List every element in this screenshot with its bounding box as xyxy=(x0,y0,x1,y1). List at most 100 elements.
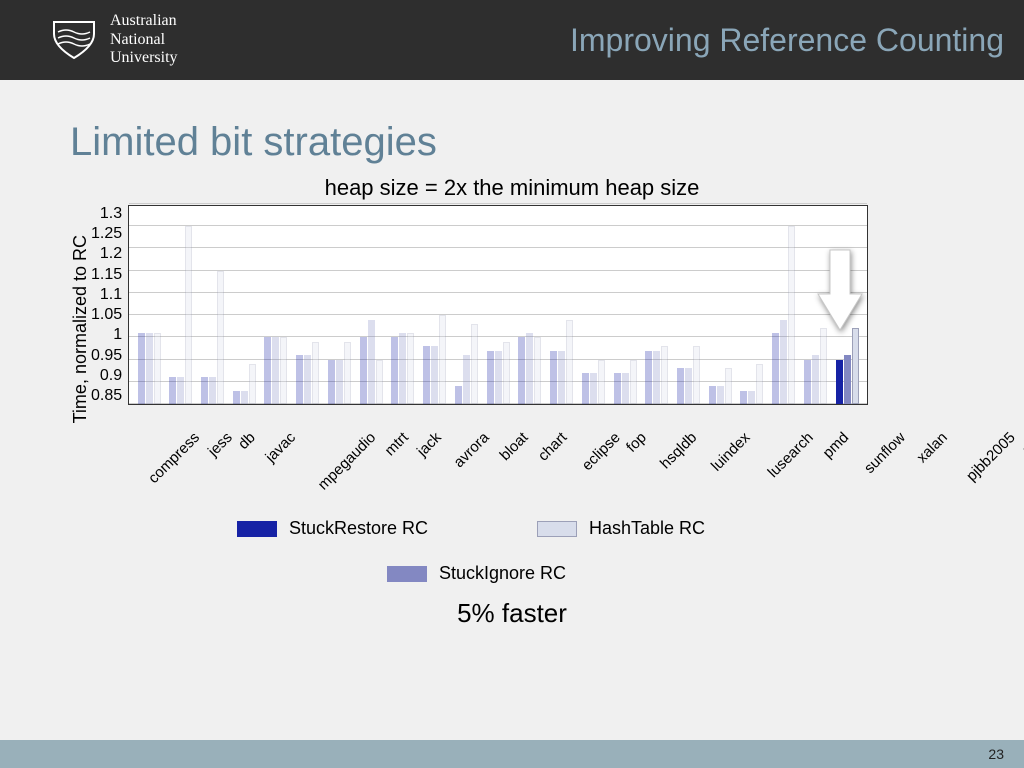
bar xyxy=(748,391,755,404)
bar xyxy=(518,337,525,404)
x-tick-label: mpegaudio xyxy=(315,429,380,494)
bar-group xyxy=(355,206,387,404)
bar xyxy=(820,328,827,404)
x-tick: hsqldb xyxy=(644,423,694,447)
gridline xyxy=(129,203,867,204)
y-tick: 1.3 xyxy=(100,205,122,223)
legend-label: HashTable RC xyxy=(589,518,705,539)
x-tick: fop xyxy=(617,423,644,447)
bar xyxy=(407,333,414,404)
x-tick-label: lusearch xyxy=(765,429,817,481)
bar xyxy=(423,346,430,404)
bar-group xyxy=(546,206,578,404)
bar xyxy=(146,333,153,404)
bar-group xyxy=(197,206,229,404)
bar xyxy=(495,351,502,404)
bar-group xyxy=(641,206,673,404)
y-tick: 1.25 xyxy=(91,225,122,243)
bar xyxy=(725,368,732,404)
callout: 5% faster xyxy=(70,598,954,629)
legend: StuckRestore RC HashTable RC StuckIgnore R… xyxy=(192,518,832,584)
bar-group xyxy=(133,206,165,404)
x-tick-label: compress xyxy=(145,429,203,487)
bar xyxy=(780,320,787,404)
x-tick: xalan xyxy=(903,423,945,447)
x-tick-label: pjbb2005 xyxy=(963,429,1019,485)
bar xyxy=(598,360,605,404)
bar xyxy=(312,342,319,404)
x-tick: db xyxy=(230,423,253,447)
x-tick-label: luindex xyxy=(708,429,754,475)
y-tick: 1.05 xyxy=(91,306,122,324)
y-tick: 0.9 xyxy=(100,367,122,385)
bar xyxy=(566,320,573,404)
y-tick: 1 xyxy=(113,326,122,344)
bar-group xyxy=(704,206,736,404)
bar xyxy=(344,342,351,404)
x-tick: sunflow xyxy=(846,423,903,447)
x-axis-wrap: compressjessdbjavacmpegaudiomtrtjackavro… xyxy=(126,423,954,518)
legend-item: HashTable RC xyxy=(537,518,787,539)
bar-group xyxy=(324,206,356,404)
bar-group xyxy=(831,206,863,404)
x-tick: chart xyxy=(525,423,564,447)
bar-group xyxy=(165,206,197,404)
bar-group xyxy=(260,206,292,404)
legend-swatch xyxy=(537,521,577,537)
x-tick-label: eclipse xyxy=(578,429,623,474)
bar xyxy=(487,351,494,404)
x-tick: mpegaudio xyxy=(293,423,373,447)
bar-group xyxy=(482,206,514,404)
plot-area xyxy=(128,205,868,405)
legend-label: StuckRestore RC xyxy=(289,518,428,539)
x-tick: pjbb2005 xyxy=(945,423,1013,447)
y-tick: 0.85 xyxy=(91,387,122,405)
x-tick: luindex xyxy=(694,423,748,447)
bar xyxy=(138,333,145,404)
legend-item: StuckRestore RC xyxy=(237,518,487,539)
bar xyxy=(677,368,684,404)
bar-group xyxy=(577,206,609,404)
bar xyxy=(693,346,700,404)
bar xyxy=(582,373,589,404)
bar xyxy=(772,333,779,404)
bar xyxy=(264,337,271,404)
page-number: 23 xyxy=(988,746,1004,762)
bar xyxy=(391,337,398,404)
header-title: Improving Reference Counting xyxy=(570,22,1004,59)
bar xyxy=(185,226,192,404)
uni-line: Australian xyxy=(110,12,178,30)
university-emblem-icon xyxy=(50,16,98,64)
bar xyxy=(376,360,383,404)
bar xyxy=(534,337,541,404)
x-tick: avrora xyxy=(438,423,487,447)
bar xyxy=(368,320,375,404)
legend-item: StuckIgnore RC xyxy=(387,563,637,584)
bar xyxy=(249,364,256,404)
x-tick: lusearch xyxy=(748,423,811,447)
bar-group xyxy=(514,206,546,404)
uni-line: University xyxy=(110,49,178,67)
bar-group xyxy=(292,206,324,404)
bar xyxy=(804,360,811,404)
bar-group xyxy=(387,206,419,404)
bar xyxy=(217,271,224,404)
bar-group xyxy=(450,206,482,404)
bar xyxy=(201,377,208,404)
y-tick: 0.95 xyxy=(91,347,122,365)
chart: Time, normalized to RC 1.31.251.21.151.1… xyxy=(70,205,954,423)
x-tick-label: xalan xyxy=(913,429,950,466)
bar xyxy=(455,386,462,404)
bar-group xyxy=(419,206,451,404)
bar xyxy=(788,226,795,404)
y-axis-ticks: 1.31.251.21.151.11.0510.950.90.85 xyxy=(91,205,128,405)
bars-container xyxy=(129,206,867,404)
bar xyxy=(272,337,279,404)
bar-group xyxy=(673,206,705,404)
logo: Australian National University xyxy=(50,12,178,67)
bar xyxy=(503,342,510,404)
header: Australian National University Improving… xyxy=(0,0,1024,80)
bar xyxy=(645,351,652,404)
x-tick-label: min xyxy=(1019,429,1024,458)
bar xyxy=(812,355,819,404)
